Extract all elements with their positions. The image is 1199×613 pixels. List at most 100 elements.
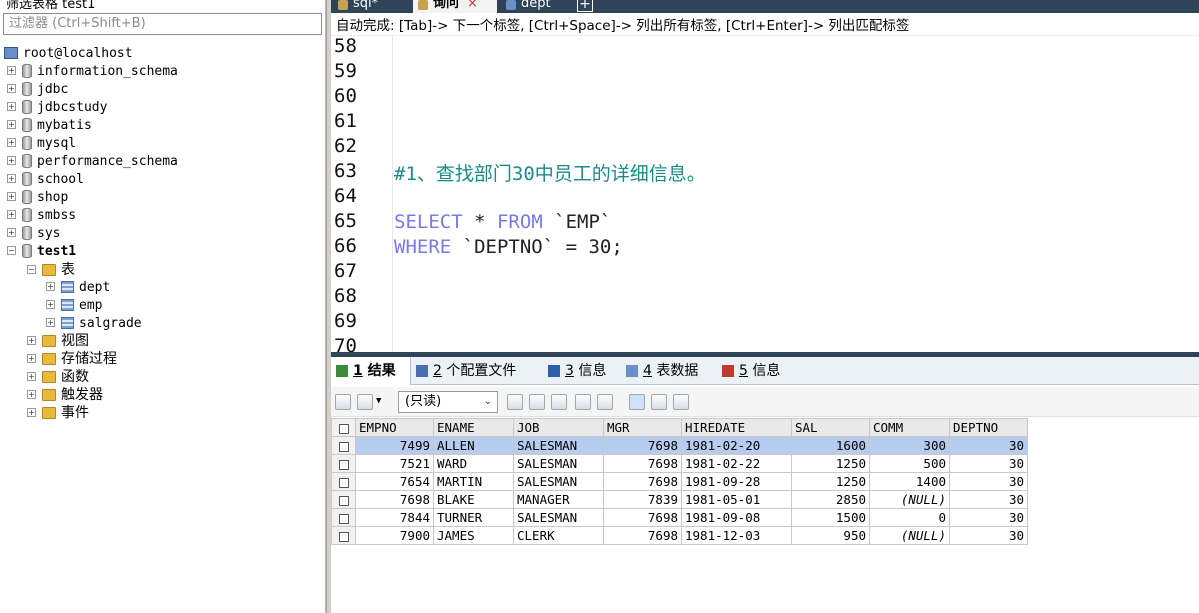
cell-mgr[interactable]: 7698 bbox=[603, 454, 682, 473]
column-header-comm[interactable]: COMM bbox=[869, 418, 950, 437]
cell-hiredate[interactable]: 1981-09-28 bbox=[681, 472, 792, 491]
expand-icon[interactable]: + bbox=[27, 372, 36, 381]
cell-mgr[interactable]: 7698 bbox=[603, 526, 682, 545]
table-row[interactable]: 7698 BLAKE MANAGER 7839 1981-05-01 2850 (NULL)… bbox=[331, 490, 1028, 509]
tree-db-jdbcstudy[interactable]: + jdbcstudy bbox=[7, 99, 107, 117]
cell-job[interactable]: SALESMAN bbox=[513, 508, 604, 527]
close-icon[interactable]: × bbox=[467, 0, 478, 11]
tree-folder-3[interactable]: + 触发器 bbox=[27, 386, 103, 404]
table-row[interactable]: 7521 WARD SALESMAN 7698 1981-02-22 1250 500 30 bbox=[331, 454, 1028, 473]
cell-ename[interactable]: ALLEN bbox=[433, 436, 514, 455]
cell-mgr[interactable]: 7698 bbox=[603, 472, 682, 491]
checkbox[interactable] bbox=[338, 423, 349, 434]
cell-comm[interactable]: (NULL) bbox=[869, 490, 950, 509]
tree-db-performance-schema[interactable]: + performance_schema bbox=[7, 153, 178, 171]
table-row[interactable]: 7654 MARTIN SALESMAN 7698 1981-09-28 1250 1400… bbox=[331, 472, 1028, 491]
cell-job[interactable]: MANAGER bbox=[513, 490, 604, 509]
checkbox[interactable] bbox=[338, 495, 349, 506]
cell-ename[interactable]: TURNER bbox=[433, 508, 514, 527]
tree-folder-0[interactable]: + 视图 bbox=[27, 332, 89, 350]
expand-icon[interactable]: + bbox=[7, 210, 16, 219]
cell-comm[interactable]: 0 bbox=[869, 508, 950, 527]
tree-db-information-schema[interactable]: + information_schema bbox=[7, 63, 178, 81]
tab-result-2[interactable]: 2 个配置文件 bbox=[411, 357, 537, 385]
duplicate-icon[interactable] bbox=[529, 394, 545, 410]
row-checkbox-cell[interactable] bbox=[331, 526, 356, 545]
tree-folder-2[interactable]: + 函数 bbox=[27, 368, 89, 386]
tree-tables-folder[interactable]: − 表 bbox=[27, 261, 75, 279]
tab-result-3[interactable]: 3 信息 bbox=[543, 357, 619, 385]
row-checkbox-cell[interactable] bbox=[331, 454, 356, 473]
collapse-icon[interactable]: − bbox=[27, 265, 36, 274]
cell-mgr[interactable]: 7839 bbox=[603, 490, 682, 509]
row-checkbox-cell[interactable] bbox=[331, 490, 356, 509]
tab-sql[interactable]: sql* bbox=[333, 0, 403, 13]
cell-empno[interactable]: 7521 bbox=[355, 454, 434, 473]
cell-job[interactable]: SALESMAN bbox=[513, 472, 604, 491]
cell-deptno[interactable]: 30 bbox=[949, 508, 1028, 527]
expand-icon[interactable]: + bbox=[7, 66, 16, 75]
tree-db-smbss[interactable]: + smbss bbox=[7, 207, 76, 225]
export-icon[interactable] bbox=[335, 394, 351, 410]
checkbox[interactable] bbox=[338, 441, 349, 452]
column-header-ename[interactable]: ENAME bbox=[433, 418, 514, 437]
cell-empno[interactable]: 7844 bbox=[355, 508, 434, 527]
tree-table-salgrade[interactable]: + salgrade bbox=[46, 315, 142, 333]
tab-query[interactable]: 询问 × bbox=[413, 0, 497, 13]
add-tab-button[interactable]: + bbox=[577, 0, 593, 12]
cell-empno[interactable]: 7499 bbox=[355, 436, 434, 455]
tree-table-emp[interactable]: + emp bbox=[46, 297, 102, 315]
row-checkbox-cell[interactable] bbox=[331, 436, 356, 455]
tree-db-school[interactable]: + school bbox=[7, 171, 84, 189]
column-header-hiredate[interactable]: HIREDATE bbox=[681, 418, 792, 437]
cell-hiredate[interactable]: 1981-09-08 bbox=[681, 508, 792, 527]
cell-ename[interactable]: WARD bbox=[433, 454, 514, 473]
delete-icon[interactable] bbox=[575, 394, 591, 410]
grid-view-icon[interactable] bbox=[629, 394, 645, 410]
expand-icon[interactable]: + bbox=[46, 300, 55, 309]
table-row[interactable]: 7844 TURNER SALESMAN 7698 1981-09-08 1500 0 30 bbox=[331, 508, 1028, 527]
cell-sal[interactable]: 1600 bbox=[791, 436, 870, 455]
expand-icon[interactable]: + bbox=[46, 318, 55, 327]
expand-icon[interactable]: + bbox=[27, 390, 36, 399]
filter-input[interactable]: 过滤器 (Ctrl+Shift+B) bbox=[3, 13, 322, 35]
cell-hiredate[interactable]: 1981-02-22 bbox=[681, 454, 792, 473]
chevron-down-icon[interactable]: ▼ bbox=[376, 396, 381, 406]
checkbox[interactable] bbox=[338, 459, 349, 470]
expand-icon[interactable]: + bbox=[7, 156, 16, 165]
cell-deptno[interactable]: 30 bbox=[949, 490, 1028, 509]
expand-icon[interactable]: + bbox=[27, 336, 36, 345]
cell-comm[interactable]: 500 bbox=[869, 454, 950, 473]
tree-db-mybatis[interactable]: + mybatis bbox=[7, 117, 92, 135]
cell-job[interactable]: SALESMAN bbox=[513, 454, 604, 473]
checkbox[interactable] bbox=[338, 477, 349, 488]
tree-host[interactable]: root@localhost bbox=[4, 45, 133, 63]
cell-sal[interactable]: 1500 bbox=[791, 508, 870, 527]
expand-icon[interactable]: + bbox=[46, 282, 55, 291]
cancel-icon[interactable] bbox=[597, 394, 613, 410]
expand-icon[interactable]: + bbox=[7, 120, 16, 129]
copy-row-icon[interactable] bbox=[507, 394, 523, 410]
tab-result-4[interactable]: 4 表数据 bbox=[621, 357, 715, 385]
tree-db-mysql[interactable]: + mysql bbox=[7, 135, 76, 153]
cell-empno[interactable]: 7654 bbox=[355, 472, 434, 491]
import-icon[interactable] bbox=[357, 394, 373, 410]
row-checkbox-cell[interactable] bbox=[331, 472, 356, 491]
cell-deptno[interactable]: 30 bbox=[949, 526, 1028, 545]
column-header-job[interactable]: JOB bbox=[513, 418, 604, 437]
cell-hiredate[interactable]: 1981-12-03 bbox=[681, 526, 792, 545]
tree-folder-4[interactable]: + 事件 bbox=[27, 404, 89, 422]
cell-empno[interactable]: 7698 bbox=[355, 490, 434, 509]
cell-deptno[interactable]: 30 bbox=[949, 454, 1028, 473]
expand-icon[interactable]: + bbox=[7, 228, 16, 237]
expand-icon[interactable]: + bbox=[27, 408, 36, 417]
expand-icon[interactable]: + bbox=[7, 102, 16, 111]
tab-dept[interactable]: dept bbox=[501, 0, 571, 13]
expand-icon[interactable]: + bbox=[7, 174, 16, 183]
cell-mgr[interactable]: 7698 bbox=[603, 508, 682, 527]
table-row[interactable]: 7499 ALLEN SALESMAN 7698 1981-02-20 1600 300 30 bbox=[331, 436, 1028, 455]
tree-table-dept[interactable]: + dept bbox=[46, 279, 110, 297]
expand-icon[interactable]: + bbox=[7, 138, 16, 147]
cell-ename[interactable]: BLAKE bbox=[433, 490, 514, 509]
checkbox[interactable] bbox=[338, 513, 349, 524]
